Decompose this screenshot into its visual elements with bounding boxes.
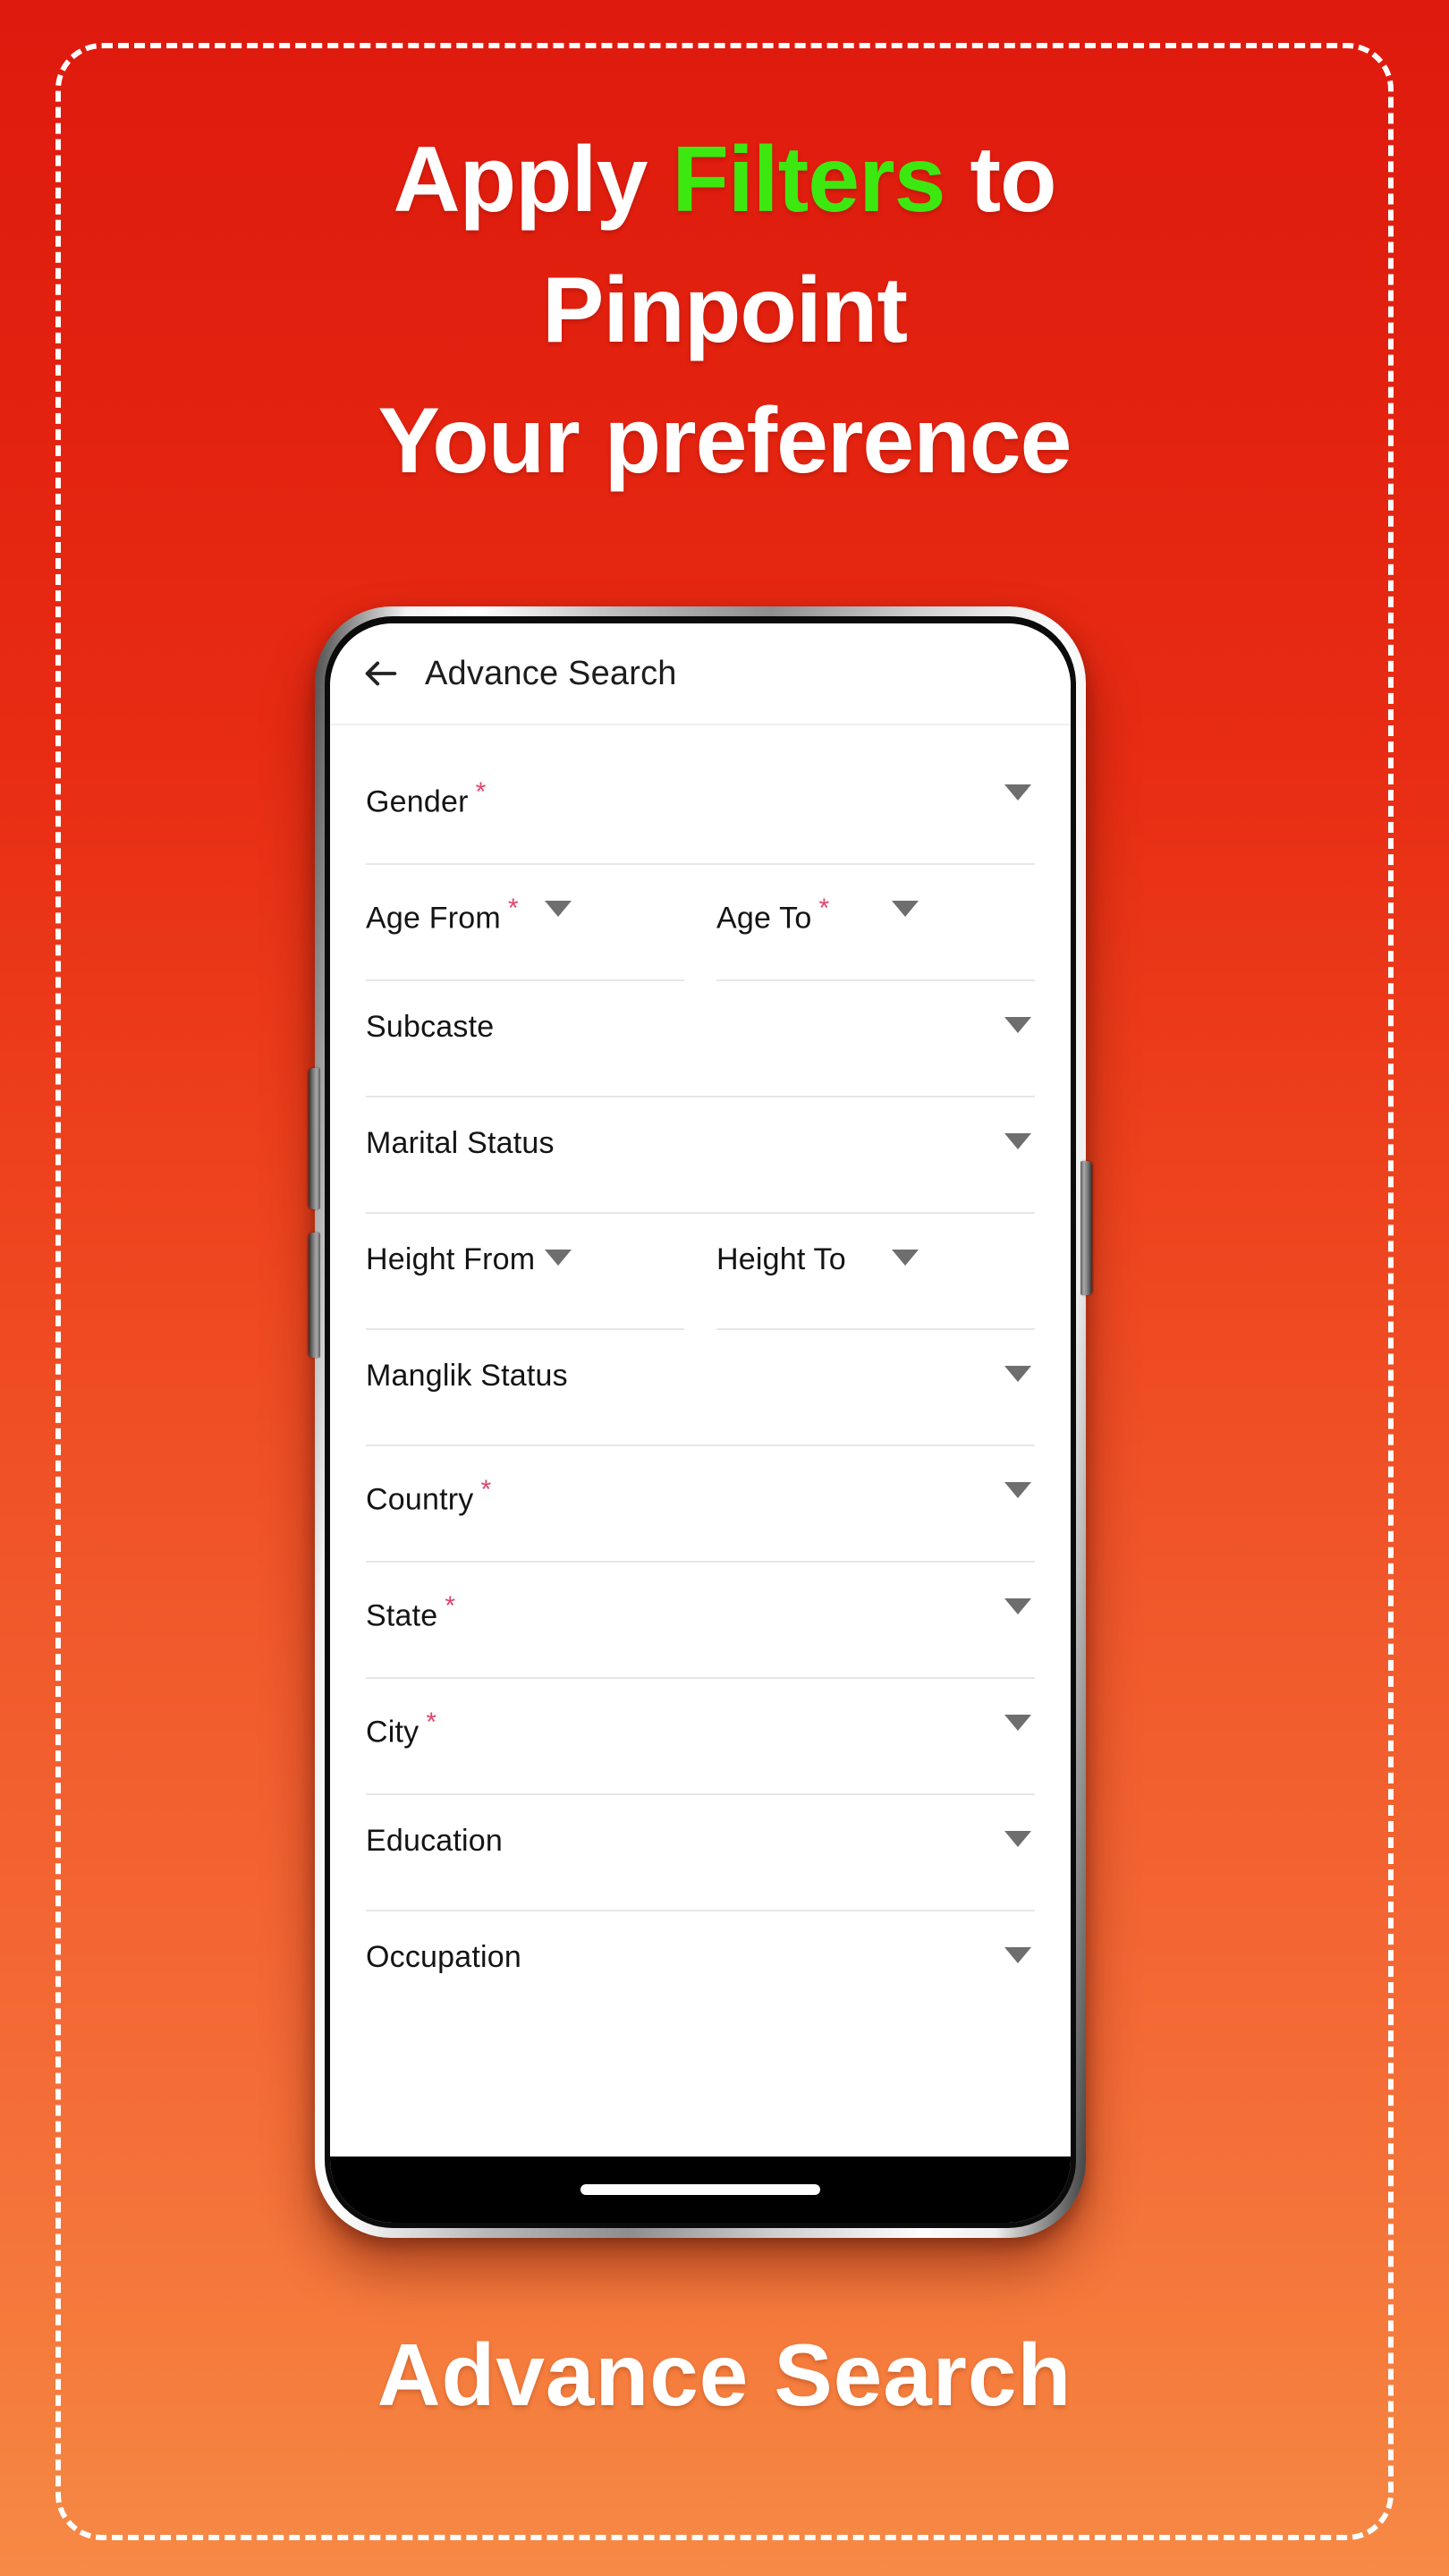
caret-down-icon[interactable] — [545, 1250, 572, 1266]
caret-down-icon[interactable] — [1004, 1598, 1031, 1614]
field-underline — [366, 1677, 1035, 1679]
field-label: Marital Status — [366, 1126, 555, 1160]
promo-headline: Apply Filters to Pinpoint Your preferenc… — [0, 114, 1449, 506]
field-age-to[interactable]: Age To * — [716, 881, 1035, 997]
field-label: Occupation — [366, 1940, 521, 1974]
headline-text-apply: Apply — [393, 128, 673, 232]
caret-down-icon[interactable] — [892, 901, 919, 917]
form-row: Gender * — [366, 765, 1035, 881]
volume-down-button[interactable] — [309, 1233, 320, 1358]
field-underline — [716, 979, 1035, 981]
field-label: Country * — [366, 1475, 492, 1517]
caret-down-icon[interactable] — [1004, 1482, 1031, 1498]
field-label: Age From * — [366, 894, 519, 936]
field-state[interactable]: State * — [366, 1579, 1035, 1695]
page-title: Advance Search — [425, 654, 677, 692]
field-underline — [366, 1445, 1035, 1446]
field-label: Height From — [366, 1242, 536, 1276]
field-city[interactable]: City * — [366, 1695, 1035, 1811]
field-underline — [366, 1561, 1035, 1563]
phone-bezel: Advance Search Gender * Age From * Age T… — [325, 616, 1076, 2228]
field-underline — [366, 1328, 684, 1330]
field-label: State * — [366, 1591, 456, 1633]
field-underline — [366, 863, 1035, 865]
field-marital-status[interactable]: Marital Status — [366, 1114, 1035, 1230]
headline-line-1: Apply Filters to — [0, 114, 1449, 245]
required-asterisk: * — [475, 777, 487, 807]
phone-screen: Advance Search Gender * Age From * Age T… — [330, 623, 1071, 2223]
field-label: City * — [366, 1707, 437, 1750]
form-row: Occupation — [366, 1928, 1035, 2044]
field-manglik-status[interactable]: Manglik Status — [366, 1346, 1035, 1462]
headline-line-2: Pinpoint — [542, 258, 908, 362]
headline-line-3: Your preference — [377, 389, 1072, 493]
android-navigation-bar — [330, 2157, 1071, 2223]
promo-caption: Advance Search — [377, 2326, 1072, 2424]
field-age-from[interactable]: Age From * — [366, 881, 684, 997]
field-underline — [366, 1096, 1035, 1097]
field-height-to[interactable]: Height To — [716, 1230, 1035, 1346]
app-bar: Advance Search — [330, 623, 1071, 724]
form-row: Manglik Status — [366, 1346, 1035, 1462]
field-label: Education — [366, 1824, 504, 1858]
field-gender[interactable]: Gender * — [366, 765, 1035, 881]
form-row: Education — [366, 1811, 1035, 1928]
caret-down-icon[interactable] — [1004, 784, 1031, 801]
field-education[interactable]: Education — [366, 1811, 1035, 1928]
field-underline — [366, 979, 684, 981]
headline-highlight-filters: Filters — [672, 128, 945, 232]
field-underline — [716, 1328, 1035, 1330]
caret-down-icon[interactable] — [892, 1250, 919, 1266]
field-label: Age To * — [716, 894, 830, 936]
field-label: Height To — [716, 1242, 846, 1276]
field-underline — [366, 1910, 1035, 1911]
field-country[interactable]: Country * — [366, 1462, 1035, 1579]
required-asterisk: * — [445, 1591, 456, 1621]
caret-down-icon[interactable] — [545, 901, 572, 917]
field-label: Gender * — [366, 777, 487, 819]
home-indicator-pill[interactable] — [580, 2184, 820, 2195]
form-row: Marital Status — [366, 1114, 1035, 1230]
caret-down-icon[interactable] — [1004, 1017, 1031, 1033]
field-underline — [366, 1212, 1035, 1214]
form-row: Subcaste — [366, 997, 1035, 1114]
power-button[interactable] — [1080, 1161, 1092, 1295]
required-asterisk: * — [507, 894, 519, 923]
form-row: City * — [366, 1695, 1035, 1811]
required-asterisk: * — [818, 894, 830, 923]
field-occupation[interactable]: Occupation — [366, 1928, 1035, 2044]
form-row: Country * — [366, 1462, 1035, 1579]
form-row: Age From * Age To * — [366, 881, 1035, 997]
field-height-from[interactable]: Height From — [366, 1230, 684, 1346]
caret-down-icon[interactable] — [1004, 1133, 1031, 1149]
form-row: Height From Height To — [366, 1230, 1035, 1346]
caret-down-icon[interactable] — [1004, 1715, 1031, 1731]
required-asterisk: * — [480, 1475, 492, 1504]
headline-text-to: to — [945, 128, 1056, 232]
caret-down-icon[interactable] — [1004, 1947, 1031, 1963]
volume-up-button[interactable] — [309, 1068, 320, 1209]
required-asterisk: * — [426, 1707, 437, 1737]
field-subcaste[interactable]: Subcaste — [366, 997, 1035, 1114]
phone-mockup: Advance Search Gender * Age From * Age T… — [309, 606, 1092, 2238]
field-underline — [366, 1793, 1035, 1795]
field-label: Manglik Status — [366, 1359, 568, 1393]
form-row: State * — [366, 1579, 1035, 1695]
caret-down-icon[interactable] — [1004, 1366, 1031, 1382]
field-label: Subcaste — [366, 1010, 495, 1044]
caret-down-icon[interactable] — [1004, 1831, 1031, 1847]
advance-search-form: Gender * Age From * Age To * Subcaste Ma… — [330, 725, 1071, 2157]
arrow-left-icon[interactable] — [360, 653, 402, 694]
